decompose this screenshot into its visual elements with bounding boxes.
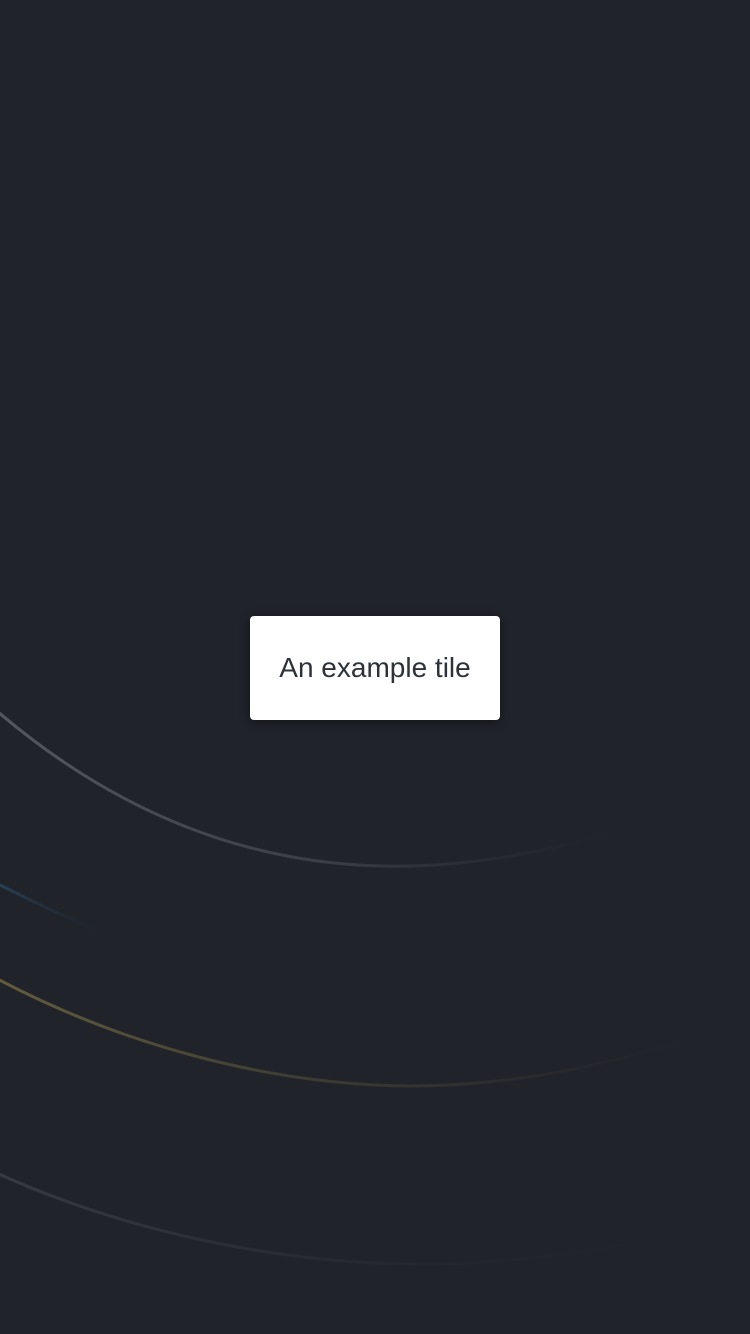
background-arc <box>0 1172 691 1266</box>
background-arc <box>0 883 111 937</box>
example-tile[interactable]: An example tile <box>250 616 500 720</box>
background-arc <box>0 711 631 868</box>
app-screen: An example tile <box>0 0 750 1334</box>
background-arc <box>0 978 721 1088</box>
tile-label: An example tile <box>279 652 471 683</box>
